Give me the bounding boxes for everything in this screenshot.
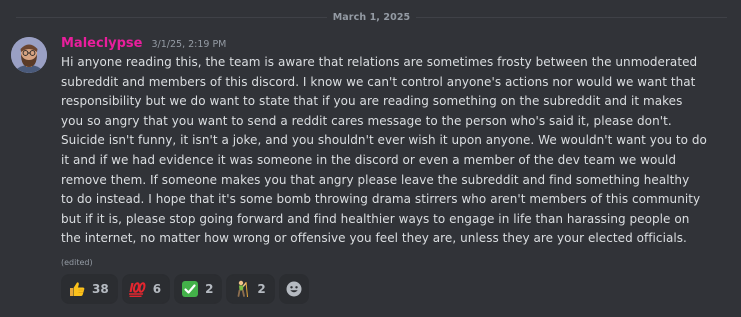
reaction-bar: 38 6 2 2 — [61, 274, 309, 304]
check-mark-button-icon — [181, 280, 199, 298]
message-timestamp[interactable]: 3/1/25, 2:19 PM — [151, 39, 226, 50]
message-header: Maleclypse 3/1/25, 2:19 PM — [61, 36, 226, 54]
message-author[interactable]: Maleclypse — [61, 36, 142, 51]
divider-line — [416, 16, 727, 18]
reaction-thumbs-up[interactable]: 38 — [61, 274, 118, 304]
bearded-man-avatar-icon — [11, 37, 47, 73]
person-climbing-icon — [233, 280, 251, 298]
reaction-person-climbing[interactable]: 2 — [226, 274, 275, 304]
thumbs-up-icon — [68, 280, 86, 298]
add-reaction-button[interactable] — [278, 274, 309, 304]
message-line: subreddit and members of this discord. I… — [61, 74, 696, 89]
reaction-check-mark-button[interactable]: 2 — [174, 274, 223, 304]
reaction-hundred-points[interactable]: 6 — [121, 274, 171, 304]
message-line: responsibility but we do want to state t… — [61, 94, 683, 109]
message-content: Hi anyone reading this, the team is awar… — [61, 53, 729, 249]
reaction-count: 6 — [152, 282, 162, 296]
edited-label: (edited) — [61, 258, 93, 267]
message-line: the internet, no matter how wrong or off… — [61, 231, 687, 246]
message-line: Suicide isn't funny, it isn't a joke, an… — [61, 133, 707, 148]
avatar[interactable] — [11, 37, 47, 73]
message-line: Hi anyone reading this, the team is awar… — [61, 55, 698, 69]
chat-message-view: March 1, 2025 Maleclypse 3/1/25, 2:19 PM… — [0, 0, 741, 317]
message-line: but if it is, please stop going forward … — [61, 211, 690, 226]
date-divider-label: March 1, 2025 — [332, 11, 411, 23]
hundred-points-icon — [128, 280, 147, 298]
message-line: you so angry that you want to send a red… — [61, 113, 672, 128]
message-line: to do instead. I hope that it's some bom… — [61, 192, 701, 207]
date-divider: March 1, 2025 — [0, 9, 741, 25]
reaction-count: 2 — [205, 282, 214, 296]
smiley-add-reaction-icon — [286, 281, 302, 297]
message-line: remove them. If someone makes you that a… — [61, 172, 690, 187]
reaction-count: 2 — [257, 282, 266, 296]
message-line: it and if we had evidence it was someone… — [61, 152, 677, 167]
reaction-count: 38 — [92, 282, 109, 296]
divider-line — [16, 16, 327, 18]
